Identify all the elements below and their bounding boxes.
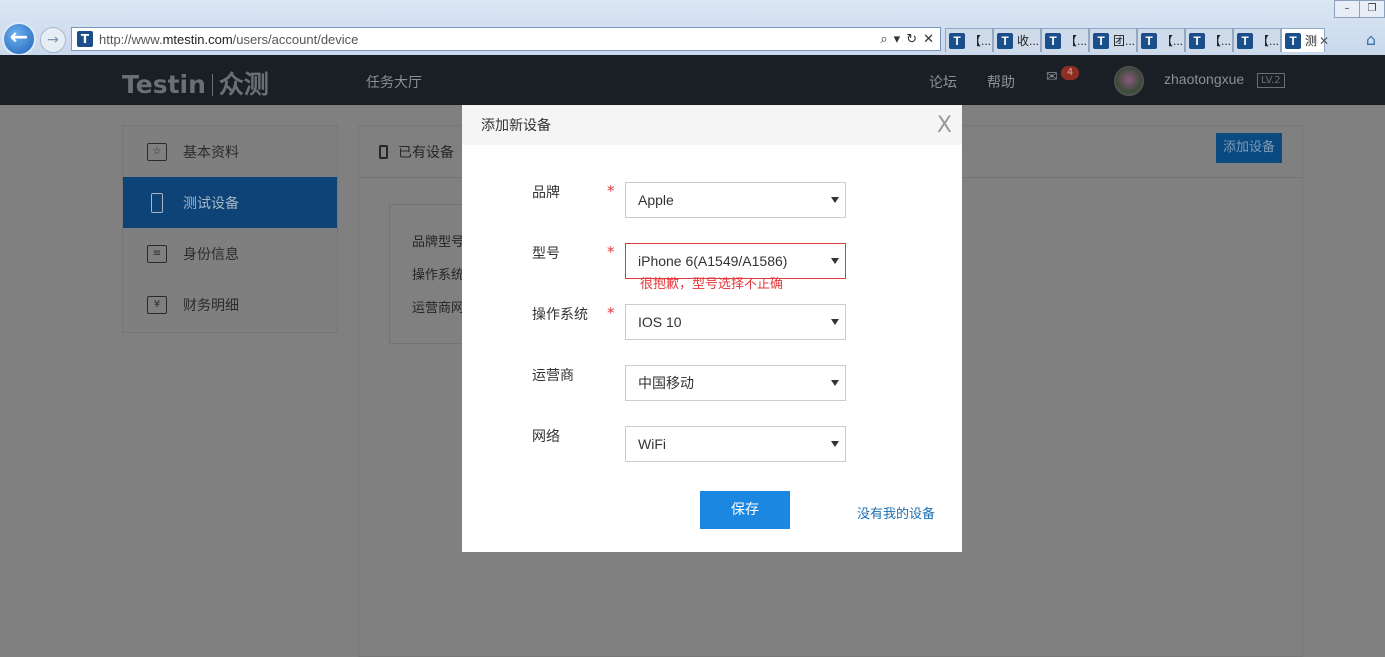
save-button[interactable]: 保存: [700, 491, 790, 529]
id-card-icon: ≡: [147, 244, 167, 263]
network-label: 网络: [532, 429, 560, 445]
yen-icon: ¥: [147, 295, 167, 314]
required-mark: *: [607, 182, 615, 200]
modal-header: 添加新设备: [462, 105, 962, 145]
restore-button[interactable]: ❐: [1359, 0, 1385, 18]
site-header: Testin 众测 任务大厅 论坛 帮助 ✉ 4 zhaotongxue LV.2: [0, 55, 1385, 105]
forward-button[interactable]: →: [40, 27, 66, 53]
panel-title: 已有设备: [398, 144, 454, 161]
chevron-down-icon: [831, 258, 839, 264]
carrier-label: 运营商: [532, 368, 574, 384]
site-favicon-icon: T: [1045, 32, 1061, 49]
mail-icon[interactable]: ✉: [1046, 69, 1058, 85]
address-bar[interactable]: T http://www.mtestin.com/users/account/d…: [71, 27, 941, 51]
sidebar-item-test-devices[interactable]: 测试设备: [123, 177, 337, 228]
phone-icon: [379, 144, 388, 159]
chevron-down-icon: [831, 441, 839, 447]
browser-tab[interactable]: T 【...: [1137, 28, 1185, 52]
network-select[interactable]: WiFi: [625, 426, 846, 462]
brand-select[interactable]: Apple: [625, 182, 846, 218]
site-favicon-icon: T: [1141, 32, 1157, 49]
chevron-down-icon: [831, 319, 839, 325]
nav-forum[interactable]: 论坛: [929, 72, 957, 92]
chevron-down-icon: [831, 197, 839, 203]
nav-task-hall[interactable]: 任务大厅: [366, 72, 422, 92]
browser-tab[interactable]: T 收...: [993, 28, 1041, 52]
close-icon[interactable]: X: [937, 113, 952, 138]
browser-tab[interactable]: T 【...: [1233, 28, 1281, 52]
os-label: 操作系统: [532, 307, 588, 323]
model-label: 型号: [532, 246, 560, 262]
add-device-button[interactable]: 添加设备: [1216, 133, 1282, 163]
chevron-down-icon: [831, 380, 839, 386]
browser-chrome: – ❐ ← → T http://www.mtestin.com/users/a…: [0, 0, 1385, 56]
brand-row: 品牌 * Apple: [462, 182, 962, 218]
browser-tab-active[interactable]: T 测 ✕: [1281, 28, 1329, 52]
browser-tab[interactable]: T 【...: [945, 28, 993, 52]
username[interactable]: zhaotongxue: [1164, 71, 1244, 87]
dropdown-icon[interactable]: ▾: [894, 32, 901, 47]
url-text[interactable]: http://www.mtestin.com/users/account/dev…: [99, 32, 880, 47]
nav-help[interactable]: 帮助: [987, 72, 1015, 92]
home-icon[interactable]: ⌂: [1361, 30, 1381, 49]
model-row: 型号 * iPhone 6(A1549/A1586) 很抱歉，型号选择不正确: [462, 243, 962, 292]
back-button[interactable]: ←: [2, 22, 36, 56]
no-device-link[interactable]: 没有我的设备: [857, 503, 935, 522]
os-row: 操作系统 * IOS 10: [462, 304, 962, 340]
tab-strip: T 【... T 收... T 【... T 团... T 【... T 【... T 【..…: [945, 28, 1329, 52]
model-error-message: 很抱歉，型号选择不正确: [640, 277, 784, 292]
close-tab-icon[interactable]: ✕: [1319, 34, 1329, 48]
minimize-button[interactable]: –: [1334, 0, 1360, 18]
site-favicon-icon: T: [949, 32, 965, 49]
browser-tab[interactable]: T 【...: [1185, 28, 1233, 52]
avatar[interactable]: [1114, 66, 1144, 96]
os-select[interactable]: IOS 10: [625, 304, 846, 340]
add-device-modal: 添加新设备 X 品牌 * Apple 型号 * iPhone 6(A1549/A…: [462, 105, 962, 552]
search-icon[interactable]: ⌕: [880, 32, 887, 47]
logo[interactable]: Testin 众测: [122, 65, 269, 101]
site-favicon-icon: T: [1285, 32, 1301, 49]
carrier-select[interactable]: 中国移动: [625, 365, 846, 401]
sidebar: ☆ 基本资料 测试设备 ≡ 身份信息 ¥ 财务明细: [122, 125, 338, 333]
sidebar-item-basic-info[interactable]: ☆ 基本资料: [123, 126, 337, 177]
window-controls: – ❐: [1334, 0, 1385, 18]
brand-label: 品牌: [532, 185, 560, 201]
modal-title: 添加新设备: [481, 118, 551, 134]
level-badge: LV.2: [1257, 73, 1285, 88]
carrier-row: 运营商 中国移动: [462, 365, 962, 401]
star-card-icon: ☆: [147, 142, 167, 161]
required-mark: *: [607, 304, 615, 322]
browser-tab[interactable]: T 团...: [1089, 28, 1137, 52]
site-favicon-icon: T: [1093, 32, 1109, 49]
site-favicon-icon: T: [997, 32, 1013, 49]
phone-icon: [151, 192, 163, 213]
site-favicon-icon: T: [1189, 32, 1205, 49]
refresh-icon[interactable]: ↻: [906, 32, 917, 47]
sidebar-item-identity[interactable]: ≡ 身份信息: [123, 228, 337, 279]
site-favicon-icon: T: [77, 31, 93, 47]
stop-icon[interactable]: ✕: [923, 32, 934, 47]
site-favicon-icon: T: [1237, 32, 1253, 49]
browser-tab[interactable]: T 【...: [1041, 28, 1089, 52]
mail-count-badge: 4: [1061, 66, 1079, 80]
required-mark: *: [607, 243, 615, 261]
network-row: 网络 WiFi: [462, 426, 962, 462]
sidebar-item-finance[interactable]: ¥ 财务明细: [123, 279, 337, 330]
